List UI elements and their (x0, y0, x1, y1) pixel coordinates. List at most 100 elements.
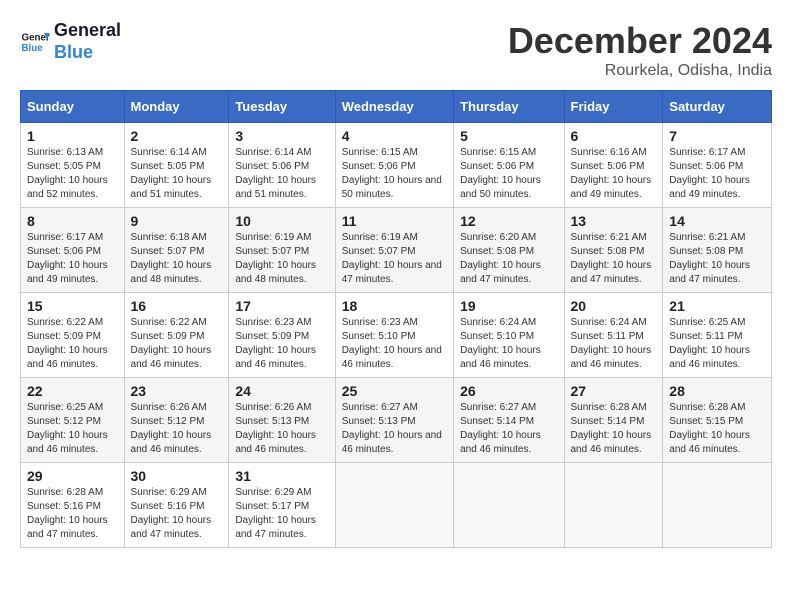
title-block: December 2024 Rourkela, Odisha, India (508, 20, 772, 80)
page-header: General Blue GeneralBlue December 2024 R… (20, 20, 772, 80)
calendar-cell: 28Sunrise: 6:28 AMSunset: 5:15 PMDayligh… (663, 378, 772, 463)
day-number: 1 (27, 128, 118, 144)
weekday-header-monday: Monday (124, 91, 229, 123)
calendar-cell (454, 463, 564, 548)
calendar-cell: 24Sunrise: 6:26 AMSunset: 5:13 PMDayligh… (229, 378, 335, 463)
day-number: 25 (342, 383, 447, 399)
calendar-cell: 31 Sunrise: 6:29 AMSunset: 5:17 PMDayligh… (229, 463, 335, 548)
weekday-header-row: SundayMondayTuesdayWednesdayThursdayFrid… (21, 91, 772, 123)
weekday-header-tuesday: Tuesday (229, 91, 335, 123)
day-detail: Sunrise: 6:18 AMSunset: 5:07 PMDaylight:… (131, 231, 223, 287)
day-detail: Sunrise: 6:19 AMSunset: 5:07 PMDaylight:… (235, 231, 328, 287)
calendar-cell: 3 Sunrise: 6:14 AMSunset: 5:06 PMDaylight… (229, 123, 335, 208)
calendar-cell: 2 Sunrise: 6:14 AMSunset: 5:05 PMDaylight… (124, 123, 229, 208)
calendar-week-row: 1 Sunrise: 6:13 AMSunset: 5:05 PMDaylight… (21, 123, 772, 208)
day-number: 14 (669, 213, 765, 229)
day-number: 18 (342, 298, 447, 314)
day-detail: Sunrise: 6:27 AMSunset: 5:14 PMDaylight:… (460, 401, 557, 457)
calendar-cell: 7 Sunrise: 6:17 AMSunset: 5:06 PMDaylight… (663, 123, 772, 208)
day-number: 17 (235, 298, 328, 314)
calendar-cell: 6Sunrise: 6:16 AMSunset: 5:06 PMDaylight… (564, 123, 663, 208)
day-number: 11 (342, 213, 447, 229)
calendar-cell (564, 463, 663, 548)
weekday-header-wednesday: Wednesday (335, 91, 453, 123)
calendar-cell: 15 Sunrise: 6:22 AMSunset: 5:09 PMDayligh… (21, 293, 125, 378)
day-detail: Sunrise: 6:29 AMSunset: 5:16 PMDaylight:… (131, 486, 223, 542)
day-number: 3 (235, 128, 328, 144)
day-detail: Sunrise: 6:14 AMSunset: 5:06 PMDaylight:… (235, 146, 328, 202)
calendar-table: SundayMondayTuesdayWednesdayThursdayFrid… (20, 90, 772, 548)
calendar-cell: 21 Sunrise: 6:25 AMSunset: 5:11 PMDayligh… (663, 293, 772, 378)
calendar-cell: 5Sunrise: 6:15 AMSunset: 5:06 PMDaylight… (454, 123, 564, 208)
day-detail: Sunrise: 6:25 AMSunset: 5:11 PMDaylight:… (669, 316, 765, 372)
day-detail: Sunrise: 6:25 AMSunset: 5:12 PMDaylight:… (27, 401, 118, 457)
day-number: 12 (460, 213, 557, 229)
day-number: 29 (27, 468, 118, 484)
calendar-cell: 27 Sunrise: 6:28 AMSunset: 5:14 PMDayligh… (564, 378, 663, 463)
svg-text:Blue: Blue (22, 43, 44, 54)
calendar-cell: 10 Sunrise: 6:19 AMSunset: 5:07 PMDayligh… (229, 208, 335, 293)
calendar-cell: 9 Sunrise: 6:18 AMSunset: 5:07 PMDaylight… (124, 208, 229, 293)
day-detail: Sunrise: 6:17 AMSunset: 5:06 PMDaylight:… (669, 146, 765, 202)
calendar-cell: 19 Sunrise: 6:24 AMSunset: 5:10 PMDayligh… (454, 293, 564, 378)
weekday-header-saturday: Saturday (663, 91, 772, 123)
day-detail: Sunrise: 6:28 AMSunset: 5:14 PMDaylight:… (571, 401, 657, 457)
day-number: 26 (460, 383, 557, 399)
day-detail: Sunrise: 6:16 AMSunset: 5:06 PMDaylight:… (571, 146, 657, 202)
day-detail: Sunrise: 6:27 AMSunset: 5:13 PMDaylight:… (342, 401, 447, 457)
day-number: 16 (131, 298, 223, 314)
calendar-week-row: 22 Sunrise: 6:25 AMSunset: 5:12 PMDayligh… (21, 378, 772, 463)
day-number: 9 (131, 213, 223, 229)
day-number: 22 (27, 383, 118, 399)
day-detail: Sunrise: 6:28 AMSunset: 5:16 PMDaylight:… (27, 486, 118, 542)
calendar-cell: 20Sunrise: 6:24 AMSunset: 5:11 PMDayligh… (564, 293, 663, 378)
day-number: 27 (571, 383, 657, 399)
calendar-cell: 29 Sunrise: 6:28 AMSunset: 5:16 PMDayligh… (21, 463, 125, 548)
calendar-cell: 26 Sunrise: 6:27 AMSunset: 5:14 PMDayligh… (454, 378, 564, 463)
month-title: December 2024 (508, 20, 772, 62)
day-number: 13 (571, 213, 657, 229)
calendar-cell: 14Sunrise: 6:21 AMSunset: 5:08 PMDayligh… (663, 208, 772, 293)
day-number: 31 (235, 468, 328, 484)
day-number: 10 (235, 213, 328, 229)
day-detail: Sunrise: 6:21 AMSunset: 5:08 PMDaylight:… (571, 231, 657, 287)
day-detail: Sunrise: 6:26 AMSunset: 5:13 PMDaylight:… (235, 401, 328, 457)
day-detail: Sunrise: 6:29 AMSunset: 5:17 PMDaylight:… (235, 486, 328, 542)
day-number: 21 (669, 298, 765, 314)
calendar-cell: 13 Sunrise: 6:21 AMSunset: 5:08 PMDayligh… (564, 208, 663, 293)
calendar-cell: 25 Sunrise: 6:27 AMSunset: 5:13 PMDayligh… (335, 378, 453, 463)
calendar-cell: 18Sunrise: 6:23 AMSunset: 5:10 PMDayligh… (335, 293, 453, 378)
day-detail: Sunrise: 6:13 AMSunset: 5:05 PMDaylight:… (27, 146, 118, 202)
day-detail: Sunrise: 6:15 AMSunset: 5:06 PMDaylight:… (342, 146, 447, 202)
day-detail: Sunrise: 6:24 AMSunset: 5:11 PMDaylight:… (571, 316, 657, 372)
day-detail: Sunrise: 6:24 AMSunset: 5:10 PMDaylight:… (460, 316, 557, 372)
location: Rourkela, Odisha, India (508, 62, 772, 80)
day-detail: Sunrise: 6:23 AMSunset: 5:09 PMDaylight:… (235, 316, 328, 372)
day-number: 19 (460, 298, 557, 314)
day-number: 15 (27, 298, 118, 314)
calendar-cell: 12Sunrise: 6:20 AMSunset: 5:08 PMDayligh… (454, 208, 564, 293)
calendar-week-row: 8Sunrise: 6:17 AMSunset: 5:06 PMDaylight… (21, 208, 772, 293)
weekday-header-sunday: Sunday (21, 91, 125, 123)
calendar-cell: 17 Sunrise: 6:23 AMSunset: 5:09 PMDayligh… (229, 293, 335, 378)
weekday-header-thursday: Thursday (454, 91, 564, 123)
day-number: 2 (131, 128, 223, 144)
day-number: 30 (131, 468, 223, 484)
calendar-cell: 23Sunrise: 6:26 AMSunset: 5:12 PMDayligh… (124, 378, 229, 463)
day-detail: Sunrise: 6:26 AMSunset: 5:12 PMDaylight:… (131, 401, 223, 457)
day-number: 28 (669, 383, 765, 399)
weekday-header-friday: Friday (564, 91, 663, 123)
logo: General Blue GeneralBlue (20, 20, 121, 63)
day-detail: Sunrise: 6:17 AMSunset: 5:06 PMDaylight:… (27, 231, 118, 287)
day-detail: Sunrise: 6:19 AMSunset: 5:07 PMDaylight:… (342, 231, 447, 287)
day-detail: Sunrise: 6:22 AMSunset: 5:09 PMDaylight:… (131, 316, 223, 372)
calendar-cell: 8Sunrise: 6:17 AMSunset: 5:06 PMDaylight… (21, 208, 125, 293)
day-detail: Sunrise: 6:14 AMSunset: 5:05 PMDaylight:… (131, 146, 223, 202)
logo-text: GeneralBlue (54, 20, 121, 63)
calendar-cell: 4Sunrise: 6:15 AMSunset: 5:06 PMDaylight… (335, 123, 453, 208)
day-detail: Sunrise: 6:22 AMSunset: 5:09 PMDaylight:… (27, 316, 118, 372)
calendar-week-row: 29 Sunrise: 6:28 AMSunset: 5:16 PMDayligh… (21, 463, 772, 548)
day-number: 7 (669, 128, 765, 144)
calendar-cell (663, 463, 772, 548)
calendar-cell: 11 Sunrise: 6:19 AMSunset: 5:07 PMDayligh… (335, 208, 453, 293)
